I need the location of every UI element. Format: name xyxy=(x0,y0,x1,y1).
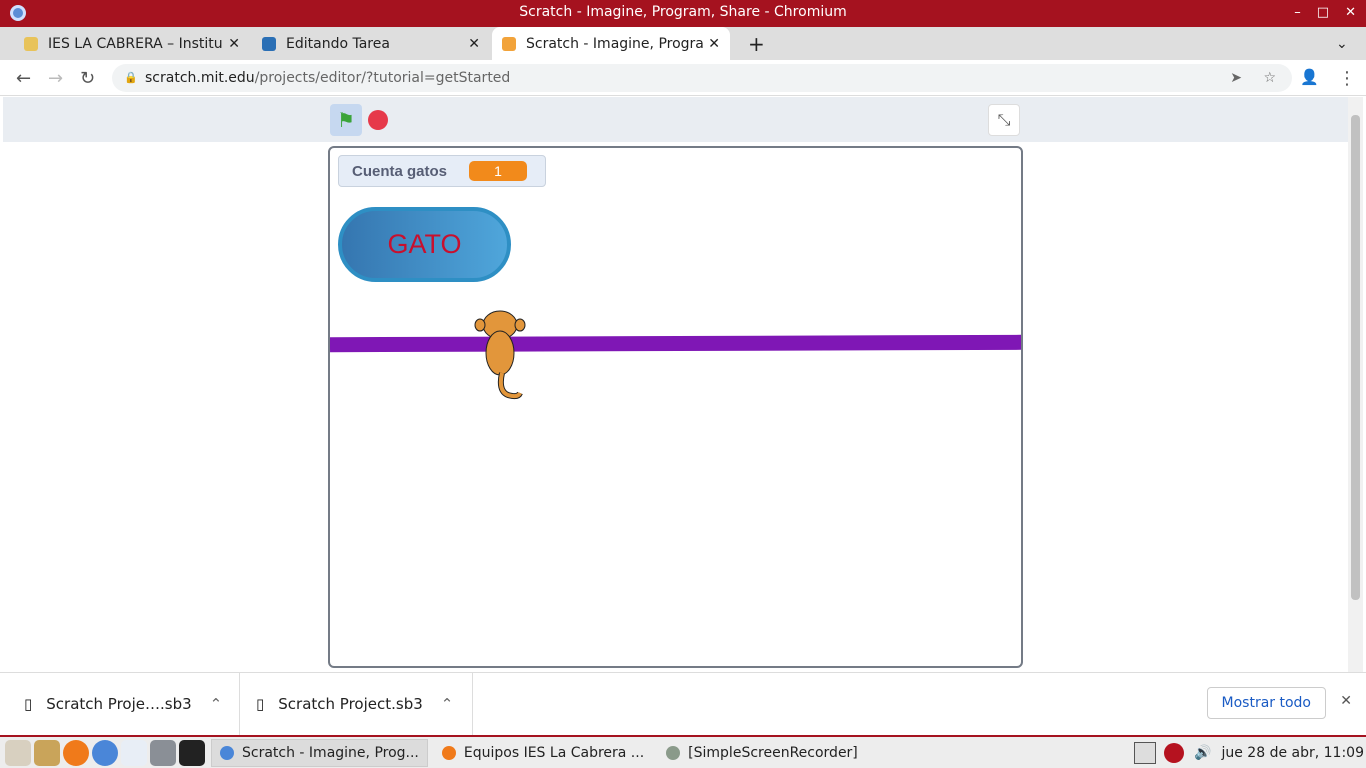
scratch-icon xyxy=(502,36,516,51)
record-icon[interactable] xyxy=(1164,742,1185,763)
tab-ies[interactable]: IES LA CABRERA – Institu ✕ xyxy=(14,27,250,60)
site-icon xyxy=(24,36,38,51)
monitor-value: 1 xyxy=(469,161,528,181)
download-filename: Scratch Project.sb3 xyxy=(278,695,423,713)
minimize-button[interactable]: – xyxy=(1294,0,1301,25)
reload-icon[interactable]: ↻ xyxy=(80,68,95,89)
cat-sprite[interactable] xyxy=(470,303,530,403)
green-flag-icon[interactable]: ⚑ xyxy=(330,104,362,136)
tab-label: IES LA CABRERA – Institu xyxy=(48,35,223,52)
task-recorder[interactable]: [SimpleScreenRecorder] xyxy=(658,739,866,767)
task-equipos[interactable]: Equipos IES La Cabrera ... xyxy=(434,739,652,767)
chromium-icon[interactable] xyxy=(92,739,118,766)
close-downloads-icon[interactable]: ✕ xyxy=(1340,693,1352,709)
firefox-icon xyxy=(441,745,456,760)
firefox-icon[interactable] xyxy=(63,739,89,766)
chromium-icon xyxy=(10,5,26,21)
close-tab-icon[interactable]: ✕ xyxy=(228,36,240,52)
tab-editando[interactable]: Editando Tarea ✕ xyxy=(252,27,490,60)
recorder-icon xyxy=(666,745,681,760)
task-label: Scratch - Imagine, Prog... xyxy=(242,744,419,761)
download-item[interactable]: ▯ Scratch Project.sb3 ⌃ xyxy=(240,673,473,735)
stage-header: ⚑ ⤡ xyxy=(3,97,1348,142)
tab-label: Scratch - Imagine, Progra xyxy=(526,35,704,52)
file-icon: ▯ xyxy=(256,695,265,713)
window-title: Scratch - Imagine, Program, Share - Chro… xyxy=(519,4,847,20)
chevron-up-icon[interactable]: ⌃ xyxy=(441,695,454,713)
variable-monitor: Cuenta gatos 1 xyxy=(338,155,546,187)
chevron-up-icon[interactable]: ⌃ xyxy=(210,695,223,713)
url-path: /projects/editor/?tutorial=getStarted xyxy=(254,70,511,86)
file-icon: ▯ xyxy=(24,695,33,713)
task-label: [SimpleScreenRecorder] xyxy=(688,744,858,761)
new-tab-button[interactable]: + xyxy=(738,27,775,60)
close-window-button[interactable]: ✕ xyxy=(1345,0,1356,25)
stage[interactable]: Cuenta gatos 1 GATO xyxy=(328,146,1023,668)
document-icon[interactable] xyxy=(121,739,147,766)
url-domain: scratch.mit.edu xyxy=(145,70,255,86)
task-scratch[interactable]: Scratch - Imagine, Prog... xyxy=(211,738,428,767)
tab-label: Editando Tarea xyxy=(286,35,390,52)
window-titlebar: Scratch - Imagine, Program, Share - Chro… xyxy=(0,0,1366,25)
graduation-cap-icon xyxy=(262,36,276,51)
tab-list-chevron-icon[interactable]: ⌄ xyxy=(1326,27,1358,60)
page-scrollbar[interactable] xyxy=(1348,97,1363,672)
volume-icon[interactable]: 🔊 xyxy=(1194,745,1211,761)
forward-icon[interactable]: → xyxy=(48,68,63,89)
editor-icon[interactable] xyxy=(34,739,60,766)
apps-menu-icon[interactable] xyxy=(5,739,31,766)
network-icon[interactable] xyxy=(1134,741,1157,764)
lock-icon: 🔒 xyxy=(124,71,138,84)
profile-icon[interactable]: 👤 xyxy=(1300,68,1319,86)
gato-button-sprite[interactable]: GATO xyxy=(338,207,511,282)
show-all-button[interactable]: Mostrar todo xyxy=(1206,687,1326,719)
menu-icon[interactable]: ⋮ xyxy=(1338,68,1356,89)
clock[interactable]: jue 28 de abr, 11:09 xyxy=(1221,745,1364,761)
send-icon[interactable]: ➤ xyxy=(1230,64,1242,92)
monitor-label: Cuenta gatos xyxy=(352,162,448,180)
address-bar-row: ← → ↻ 🔒 scratch.mit.edu/projects/editor/… xyxy=(0,60,1366,96)
tab-bar: IES LA CABRERA – Institu ✕ Editando Tare… xyxy=(0,25,1366,60)
download-filename: Scratch Proje….sb3 xyxy=(46,695,192,713)
download-item[interactable]: ▯ Scratch Proje….sb3 ⌃ xyxy=(0,673,240,735)
purple-line-sprite xyxy=(330,334,1021,353)
close-tab-icon[interactable]: ✕ xyxy=(468,36,480,52)
url-input[interactable]: 🔒 scratch.mit.edu/projects/editor/?tutor… xyxy=(112,64,1292,92)
close-tab-icon[interactable]: ✕ xyxy=(708,36,720,52)
exit-fullscreen-icon[interactable]: ⤡ xyxy=(988,104,1020,136)
scratch-player: ⚑ ⤡ Cuenta gatos 1 GATO xyxy=(3,97,1348,672)
tab-scratch[interactable]: Scratch - Imagine, Progra ✕ xyxy=(492,27,730,60)
back-icon[interactable]: ← xyxy=(16,68,31,89)
downloads-bar: ▯ Scratch Proje….sb3 ⌃ ▯ Scratch Project… xyxy=(0,672,1366,735)
task-label: Equipos IES La Cabrera ... xyxy=(463,744,645,761)
taskbar: Scratch - Imagine, Prog... Equipos IES L… xyxy=(0,735,1366,768)
screenshot-icon[interactable] xyxy=(150,739,176,766)
terminal-icon[interactable] xyxy=(179,739,205,766)
star-icon[interactable]: ☆ xyxy=(1263,64,1276,92)
maximize-button[interactable]: □ xyxy=(1317,0,1329,25)
stop-icon[interactable] xyxy=(368,110,388,130)
chromium-icon xyxy=(220,745,234,760)
